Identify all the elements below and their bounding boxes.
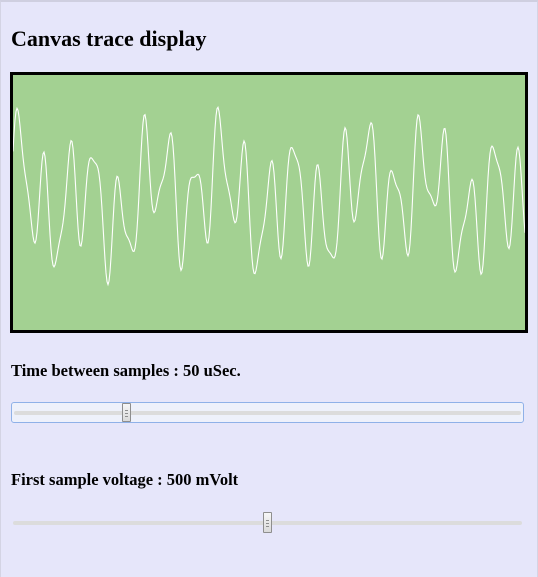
thumb-grip-line <box>266 523 269 524</box>
slider-thumb[interactable] <box>263 512 272 533</box>
thumb-grip-line <box>266 526 269 527</box>
time-between-samples-label: Time between samples : 50 uSec. <box>11 361 241 380</box>
page-title: Canvas trace display <box>11 26 207 51</box>
trace-plot <box>13 106 525 287</box>
first-sample-voltage-slider[interactable] <box>11 512 524 533</box>
thumb-grip-line <box>266 520 269 521</box>
trace-waveform <box>13 106 525 287</box>
thumb-grip-line <box>125 410 128 411</box>
slider-thumb[interactable] <box>122 403 131 422</box>
thumb-grip-line <box>125 416 128 417</box>
time-between-samples-slider[interactable] <box>11 402 524 423</box>
thumb-grip-line <box>125 413 128 414</box>
trace-canvas <box>10 72 528 333</box>
slider-track <box>14 411 521 415</box>
first-sample-voltage-label: First sample voltage : 500 mVolt <box>11 470 239 489</box>
